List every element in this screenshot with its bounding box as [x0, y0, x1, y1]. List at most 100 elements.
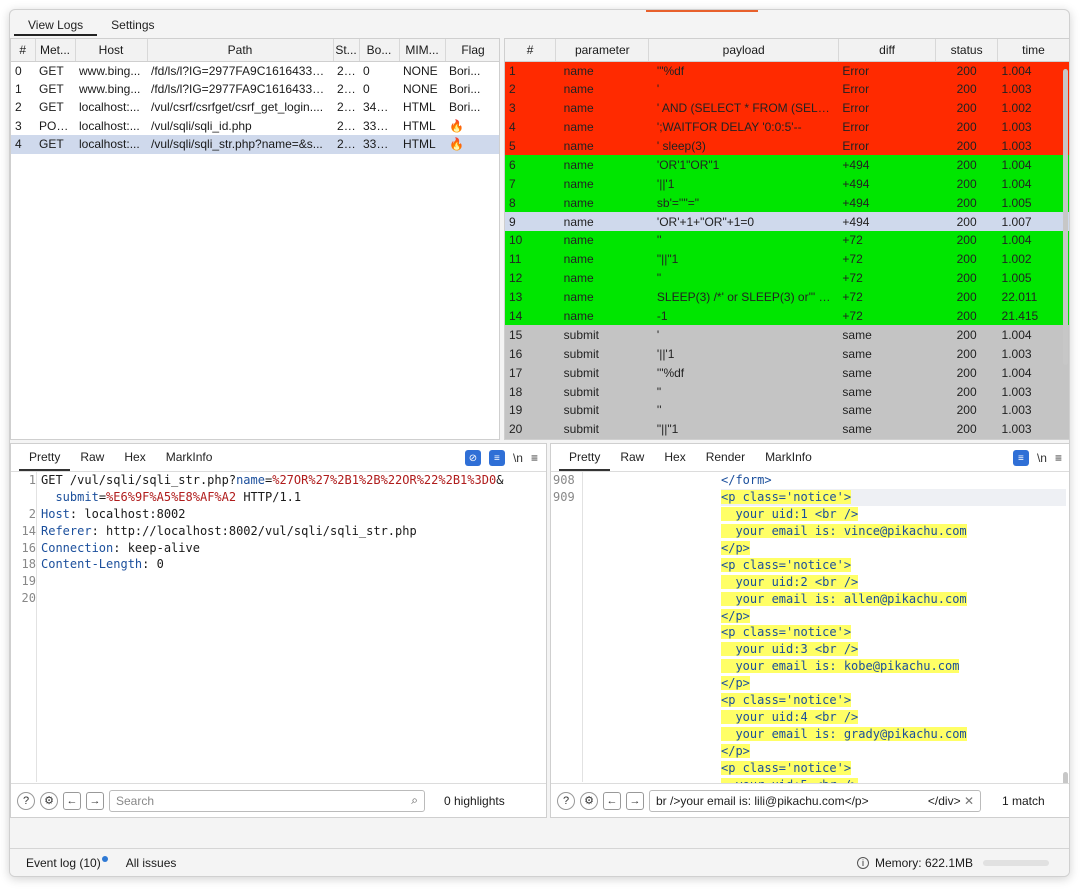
- line-number: [11, 489, 36, 506]
- tab-markinfo[interactable]: MarkInfo: [156, 450, 223, 471]
- cell-diff: +72: [838, 306, 936, 326]
- table-row[interactable]: 11 name "||"1 +72 200 1.002: [505, 249, 1069, 269]
- cell-param: submit: [555, 363, 649, 383]
- col-flag[interactable]: Flag: [445, 39, 499, 62]
- help-icon[interactable]: ?: [557, 791, 575, 810]
- newline-toggle[interactable]: \n: [513, 451, 523, 465]
- response-line: your uid:4 <br />: [721, 709, 1066, 726]
- gear-icon[interactable]: ⚙: [580, 791, 598, 810]
- search-input[interactable]: br />your email is: lili@pikachu.com</p>…: [649, 789, 981, 812]
- wrap-icon[interactable]: ≡: [488, 450, 505, 466]
- col-time[interactable]: time: [997, 39, 1069, 62]
- tab-hex[interactable]: Hex: [654, 450, 695, 471]
- table-row[interactable]: 15 submit ' same 200 1.004: [505, 325, 1069, 345]
- col-status[interactable]: status: [935, 39, 999, 62]
- tab-pretty[interactable]: Pretty: [559, 450, 611, 471]
- cell-time: 1.005: [997, 193, 1069, 213]
- all-issues-link[interactable]: All issues: [126, 856, 177, 870]
- tab-pretty[interactable]: Pretty: [19, 450, 71, 471]
- table-row[interactable]: 20 submit "||"1 same 200 1.003: [505, 419, 1069, 439]
- tab-view-logs[interactable]: View Logs: [14, 14, 98, 36]
- prev-arrow-icon[interactable]: ←: [603, 791, 621, 810]
- table-row[interactable]: 3 name ' AND (SELECT * FROM (SELE... Error 2…: [505, 98, 1069, 118]
- menu-icon[interactable]: ≡: [531, 451, 538, 465]
- line-number: 20: [21, 591, 36, 606]
- search-input[interactable]: Search ⌕: [109, 789, 425, 812]
- col-mime[interactable]: MIM...: [399, 39, 446, 62]
- col-host[interactable]: Host: [75, 39, 148, 62]
- col-method[interactable]: Met...: [35, 39, 76, 62]
- gear-icon[interactable]: ⚙: [40, 791, 58, 810]
- table-row[interactable]: 13 name SLEEP(3) /*' or SLEEP(3) or'" or..…: [505, 287, 1069, 307]
- next-arrow-icon[interactable]: →: [626, 791, 644, 810]
- newline-toggle[interactable]: \n: [1037, 451, 1047, 465]
- scrollbar[interactable]: [1063, 69, 1068, 365]
- col-index[interactable]: #: [11, 39, 36, 62]
- table-row[interactable]: 2 GET localhost:... /vul/csrf/csrfget/csrf_…: [11, 98, 499, 117]
- request-editor[interactable]: 1 2 14 16 18 19 20 GET /vul/sqli/sqli_st…: [11, 472, 546, 782]
- tab-raw[interactable]: Raw: [70, 450, 114, 471]
- table-row[interactable]: 16 submit '||'1 same 200 1.003: [505, 344, 1069, 364]
- col-parameter[interactable]: parameter: [555, 39, 650, 62]
- cell-param: name: [555, 61, 649, 80]
- col-body[interactable]: Bo...: [359, 39, 400, 62]
- event-log-link[interactable]: Event log (10): [26, 855, 108, 870]
- tab-settings[interactable]: Settings: [97, 14, 168, 36]
- table-header-row: # parameter payload diff status time: [505, 39, 1069, 62]
- table-row[interactable]: 0 GET www.bing... /fd/ls/l?IG=2977FA9C16164…: [11, 61, 499, 80]
- hide-icon[interactable]: ⊘: [464, 450, 481, 466]
- cell-n: 6: [505, 155, 556, 175]
- table-row[interactable]: 3 POST localhost:... /vul/sqli/sqli_id.php 2…: [11, 117, 499, 136]
- table-row[interactable]: 6 name 'OR'1"OR"1 +494 200 1.004: [505, 155, 1069, 175]
- table-row[interactable]: 7 name '||'1 +494 200 1.004: [505, 174, 1069, 194]
- table-row[interactable]: 9 name 'OR'+1+"OR"+1=0 +494 200 1.007: [505, 212, 1069, 232]
- cell: 33991: [363, 118, 397, 133]
- line-number: 2: [28, 506, 36, 521]
- tab-render[interactable]: Render: [696, 450, 755, 471]
- table-row[interactable]: 17 submit '"%df same 200 1.004: [505, 363, 1069, 383]
- header-connection: Connection: keep-alive: [41, 540, 542, 557]
- table-row[interactable]: 2 name ' Error 200 1.003: [505, 79, 1069, 99]
- table-row[interactable]: 18 submit " same 200 1.003: [505, 382, 1069, 402]
- cell: HTML: [399, 135, 445, 154]
- table-row[interactable]: 19 submit '' same 200 1.003: [505, 401, 1069, 420]
- table-row[interactable]: 5 name ' sleep(3) Error 200 1.003: [505, 136, 1069, 156]
- response-editor[interactable]: 908 909 </form> <p class='notice'> your u…: [551, 472, 1069, 809]
- clear-icon[interactable]: ✕: [964, 794, 974, 808]
- menu-icon[interactable]: ≡: [1055, 451, 1062, 465]
- cell-status: 200: [935, 136, 998, 156]
- table-row[interactable]: 12 name " +72 200 1.005: [505, 268, 1069, 288]
- help-icon[interactable]: ?: [17, 791, 35, 810]
- search-placeholder: Search: [116, 793, 155, 808]
- cell: Bori...: [449, 81, 481, 96]
- cell-time: 22.011: [997, 287, 1069, 307]
- line-number: 16: [21, 540, 36, 555]
- table-row[interactable]: 1 GET www.bing... /fd/ls/l?IG=2977FA9C16164…: [11, 80, 499, 99]
- table-row[interactable]: 1 name '"%df Error 200 1.004: [505, 61, 1069, 80]
- tab-markinfo[interactable]: MarkInfo: [755, 450, 822, 471]
- wrap-icon[interactable]: ≡: [1012, 450, 1029, 466]
- cell-n: 8: [505, 193, 556, 213]
- table-row[interactable]: 14 name -1 +72 200 21.415: [505, 306, 1069, 326]
- cell: /fd/ls/l?IG=2977FA9C1616433B...: [151, 63, 331, 78]
- table-row[interactable]: 4 name ';WAITFOR DELAY '0:0:5'-- Error 200 1.…: [505, 117, 1069, 137]
- cell-payload: "||"1: [648, 419, 839, 439]
- cell-param: name: [555, 231, 649, 250]
- col-status[interactable]: St...: [333, 39, 360, 62]
- response-line-text: your uid:1 <br />: [721, 506, 859, 521]
- col-path[interactable]: Path: [147, 39, 334, 62]
- col-diff[interactable]: diff: [838, 39, 937, 62]
- cell: POST: [39, 118, 72, 133]
- table-row-selected[interactable]: 4 GET localhost:.../vul/sqli/sqli_str.php?…: [11, 135, 499, 154]
- tab-hex[interactable]: Hex: [114, 450, 155, 471]
- next-arrow-icon[interactable]: →: [86, 791, 104, 810]
- prev-arrow-icon[interactable]: ←: [63, 791, 81, 810]
- col-payload[interactable]: payload: [648, 39, 839, 62]
- cell-param: name: [555, 193, 649, 213]
- tab-raw[interactable]: Raw: [610, 450, 654, 471]
- highlight-count: 0 highlights: [444, 793, 505, 808]
- response-line: <p class='notice'>: [721, 557, 1066, 574]
- table-row[interactable]: 8 name sb'=''"=" +494 200 1.005: [505, 193, 1069, 213]
- col-index[interactable]: #: [505, 39, 557, 62]
- table-row[interactable]: 10 name '' +72 200 1.004: [505, 231, 1069, 250]
